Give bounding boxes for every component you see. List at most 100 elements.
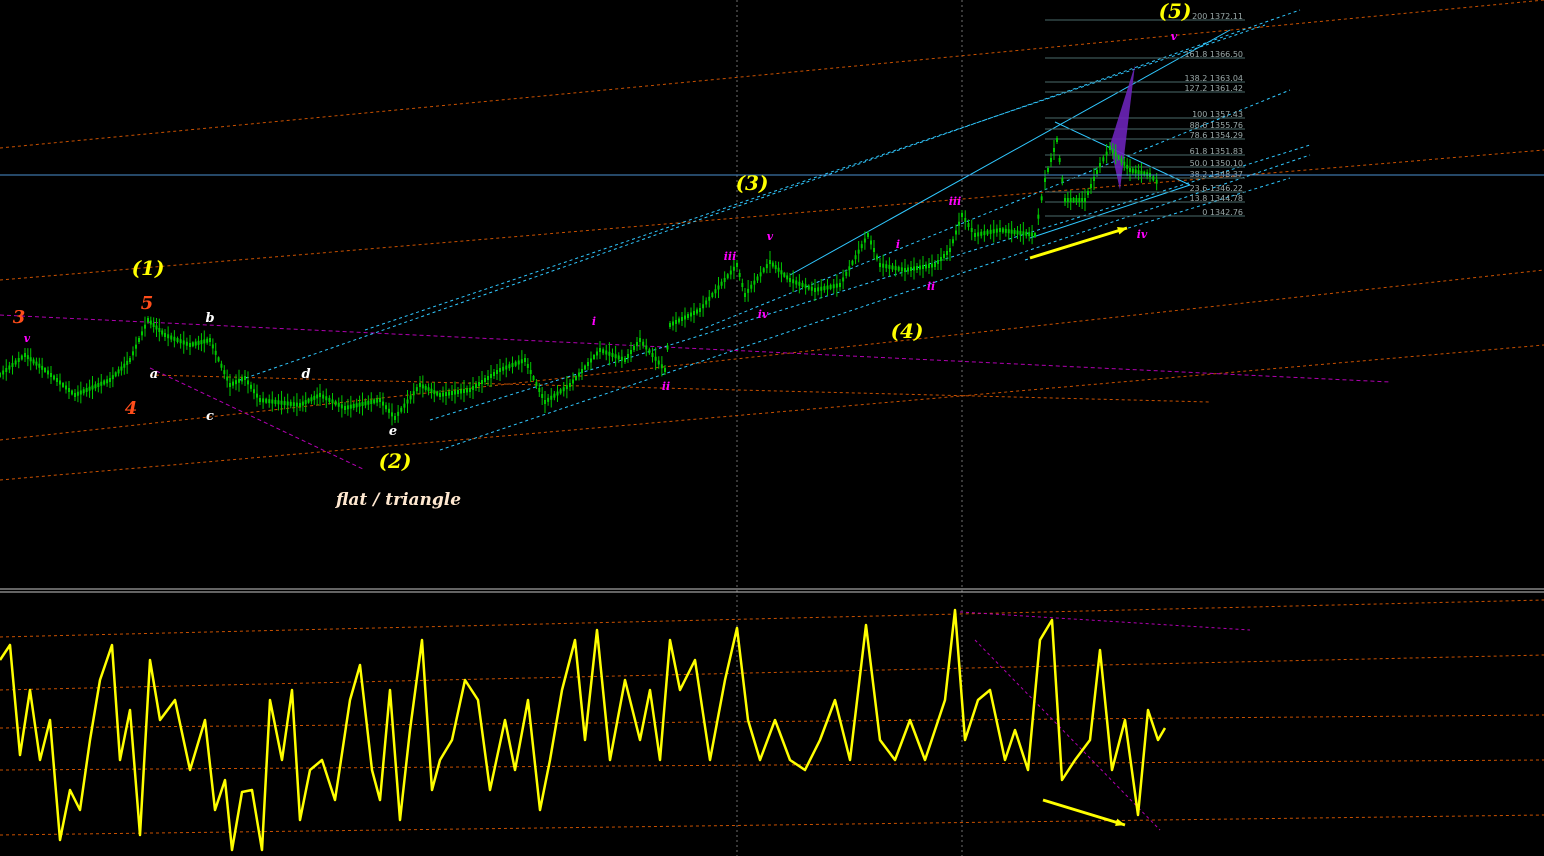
candle-body xyxy=(627,354,629,358)
fib-level-label: 0 1342.76 xyxy=(1202,208,1243,217)
candle-body xyxy=(624,358,626,362)
candle-body xyxy=(593,355,595,359)
candle-body xyxy=(421,384,424,389)
chart-area[interactable]: 200 1372.11 161.8 1366.50 138.2 1363.04 127… xyxy=(0,0,1544,856)
candle-body xyxy=(1109,146,1111,150)
candle-body xyxy=(771,262,774,267)
candle-body xyxy=(490,374,492,378)
candle-body xyxy=(565,385,568,390)
candle-body xyxy=(391,412,393,417)
candle-body xyxy=(56,378,58,382)
candle-body xyxy=(283,401,286,406)
candle-body xyxy=(88,386,91,391)
candle-body xyxy=(445,392,447,396)
candle-body xyxy=(197,340,200,345)
candle-body xyxy=(20,355,23,360)
candle-body xyxy=(203,339,206,344)
candle-body xyxy=(427,387,430,392)
candle-body xyxy=(611,353,614,357)
candle-body xyxy=(1058,158,1061,162)
candle-body xyxy=(388,408,390,413)
candle-body xyxy=(211,344,214,349)
candle-body xyxy=(620,356,623,361)
candle-body xyxy=(76,391,79,396)
candle-body xyxy=(1075,198,1078,202)
candle-body xyxy=(511,363,514,367)
candle-body xyxy=(669,323,671,327)
candle-body xyxy=(331,399,334,404)
candle-body xyxy=(854,255,857,260)
candle-body xyxy=(385,405,387,410)
candle-body xyxy=(550,395,553,400)
candle-body xyxy=(484,378,486,382)
candle-body xyxy=(897,266,900,271)
candle-body xyxy=(783,272,786,277)
candle-body xyxy=(736,263,738,267)
candle-body xyxy=(271,399,274,404)
candle-body xyxy=(599,348,601,352)
candle-body xyxy=(167,334,170,339)
candle-body xyxy=(1099,163,1101,167)
channel-lines xyxy=(239,9,1311,451)
candle-body xyxy=(946,251,948,255)
candle-body xyxy=(268,399,271,404)
candle-body xyxy=(1028,232,1031,237)
candle-body xyxy=(814,288,816,292)
candle-body xyxy=(964,218,967,222)
candle-body xyxy=(931,263,933,268)
candle-body xyxy=(1131,168,1134,173)
candle-body xyxy=(189,343,191,347)
candle-body xyxy=(481,380,483,384)
candle-body xyxy=(173,336,176,341)
candle-body xyxy=(759,272,762,277)
wave-label-magenta: iv xyxy=(1137,228,1148,241)
candle-body xyxy=(394,416,396,420)
candle-body xyxy=(587,362,589,366)
candle-body xyxy=(161,330,164,335)
candle-body xyxy=(209,338,211,342)
candle-body xyxy=(71,390,73,395)
candle-body xyxy=(723,278,726,282)
channel-line xyxy=(429,144,1311,421)
candle-body xyxy=(144,324,146,329)
candle-body xyxy=(206,338,209,343)
osc-trendline xyxy=(0,599,1544,638)
candle-body xyxy=(319,393,321,397)
candle-body xyxy=(508,364,511,369)
wave-label-primary: (4) xyxy=(891,319,924,343)
candle-body xyxy=(244,376,246,380)
candle-body xyxy=(879,263,881,267)
candle-body xyxy=(304,400,307,405)
candle-body xyxy=(699,308,701,312)
divergence-arrow xyxy=(1029,226,1128,260)
fib-level-label: 78.6 1354.29 xyxy=(1190,131,1243,140)
candle-body xyxy=(123,363,126,368)
candle-body xyxy=(842,277,845,282)
candle-body xyxy=(328,397,331,402)
oscillator xyxy=(0,608,1167,852)
candle-body xyxy=(325,396,328,401)
candle-body xyxy=(572,379,574,384)
candle-body xyxy=(795,280,798,285)
candle-body xyxy=(642,341,645,346)
candle-body xyxy=(502,366,505,371)
candle-body xyxy=(182,340,185,345)
candle-body xyxy=(983,231,986,236)
candle-body xyxy=(1120,158,1123,163)
candle-body xyxy=(925,264,927,269)
candle-body xyxy=(191,342,194,347)
candle-body xyxy=(344,406,346,410)
candle-body xyxy=(1019,230,1022,235)
arrow-head xyxy=(1115,818,1125,827)
fibonacci-levels: 200 1372.11 161.8 1366.50 138.2 1363.04127… xyxy=(1045,12,1245,217)
candle-body xyxy=(373,399,376,404)
candle-body xyxy=(633,346,635,350)
candle-body xyxy=(149,320,152,325)
candle-body xyxy=(1081,198,1084,202)
candle-body xyxy=(798,281,801,286)
candle-body xyxy=(801,283,804,287)
candle-body xyxy=(214,350,217,355)
candle-body xyxy=(50,373,52,377)
candle-body xyxy=(916,266,918,270)
candle-body xyxy=(451,391,453,395)
